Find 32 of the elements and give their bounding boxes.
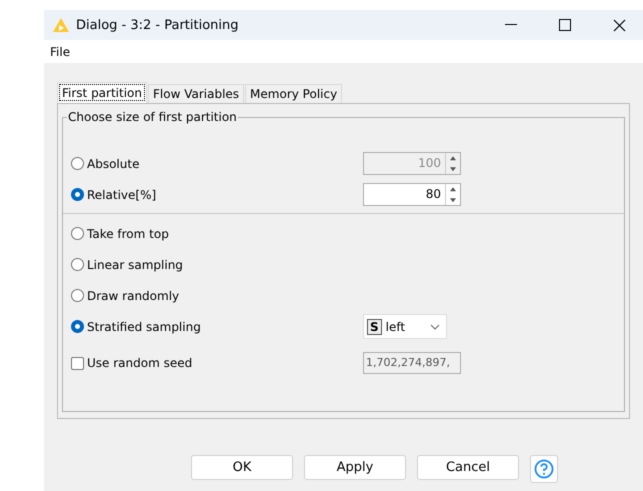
window-title: Dialog - 3:2 - Partitioning — [76, 18, 240, 32]
close-button[interactable] — [612, 18, 626, 32]
radio-button[interactable] — [71, 258, 84, 271]
tab[interactable]: First partition — [57, 82, 147, 103]
radio-button[interactable] — [71, 227, 84, 240]
minimize-button[interactable] — [505, 24, 517, 26]
option-label: Draw randomly — [87, 288, 180, 302]
radio-button[interactable] — [71, 320, 84, 333]
option-label: Stratified sampling — [87, 320, 201, 334]
maximize-button[interactable] — [559, 19, 571, 31]
option-label: Linear sampling — [87, 258, 183, 272]
option-label: Take from top — [87, 226, 169, 240]
dialog-button[interactable]: Cancel — [417, 455, 519, 480]
app-logo-icon — [52, 17, 70, 33]
menu-item[interactable]: File — [47, 44, 74, 58]
checkbox[interactable] — [71, 356, 84, 370]
column-dropdown[interactable]: S left — [363, 314, 447, 339]
radio-button[interactable] — [71, 157, 84, 170]
option-label: Use random seed — [87, 356, 192, 370]
option-label: Absolute — [87, 156, 140, 170]
tab[interactable]: Memory Policy — [245, 84, 342, 103]
dialog-button[interactable]: Apply — [304, 455, 406, 480]
help-icon — [534, 459, 554, 479]
option-label: Relative[%] — [87, 188, 156, 202]
radio-button[interactable] — [71, 188, 84, 201]
help-button[interactable] — [530, 455, 558, 483]
radio-button[interactable] — [71, 289, 84, 302]
dialog-button[interactable]: OK — [191, 455, 293, 480]
tab[interactable]: Flow Variables — [148, 84, 244, 103]
number-spinner[interactable]: 80 — [363, 183, 461, 206]
group-title: Choose size of first partition — [67, 110, 238, 124]
chevron-down-icon — [430, 324, 440, 330]
